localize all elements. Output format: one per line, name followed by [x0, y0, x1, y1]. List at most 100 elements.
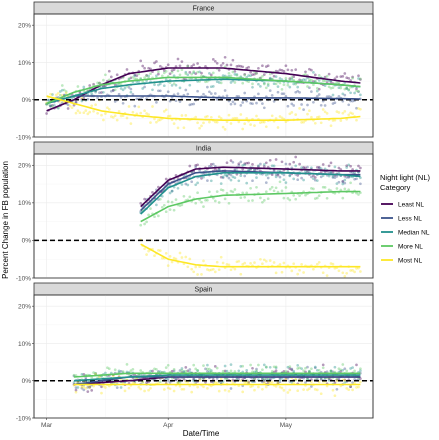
data-point-least-nl — [355, 363, 358, 367]
data-point-least-nl — [251, 366, 254, 370]
data-point-most-nl — [221, 125, 225, 129]
data-point-least-nl — [231, 58, 235, 62]
data-point-most-nl — [202, 259, 205, 263]
data-point-least-nl — [247, 65, 250, 69]
data-point-most-nl — [278, 263, 282, 266]
data-point-most-nl — [312, 267, 315, 271]
data-point-least-nl — [282, 69, 286, 73]
data-point-more-nl — [278, 81, 282, 85]
data-point-median-nl — [223, 364, 227, 368]
data-point-more-nl — [176, 69, 180, 73]
data-point-most-nl — [294, 113, 298, 116]
data-point-most-nl — [274, 271, 278, 275]
data-point-more-nl — [284, 369, 288, 373]
data-point-median-nl — [170, 84, 174, 87]
data-point-less-nl — [229, 102, 233, 106]
data-point-median-nl — [302, 178, 305, 182]
data-point-median-nl — [153, 83, 156, 87]
data-point-more-nl — [353, 369, 356, 373]
data-point-most-nl — [215, 260, 219, 264]
data-point-more-nl — [304, 366, 307, 370]
data-point-most-nl — [249, 261, 252, 265]
data-point-most-nl — [343, 274, 347, 278]
y-tick-label: -10% — [16, 275, 31, 282]
data-point-more-nl — [286, 83, 290, 87]
data-point-most-nl — [74, 390, 78, 394]
data-point-median-nl — [225, 174, 229, 177]
data-point-more-nl — [164, 366, 168, 369]
data-point-more-nl — [180, 369, 184, 372]
data-point-most-nl — [255, 114, 258, 118]
data-point-less-nl — [296, 178, 300, 182]
data-point-most-nl — [188, 257, 192, 261]
data-point-most-nl — [104, 386, 107, 389]
data-point-least-nl — [217, 68, 221, 72]
data-point-more-nl — [268, 187, 272, 191]
data-point-most-nl — [288, 388, 292, 392]
data-point-more-nl — [325, 196, 329, 200]
data-point-least-nl — [229, 63, 233, 67]
data-point-more-nl — [233, 188, 237, 191]
data-point-most-nl — [194, 265, 198, 269]
data-point-most-nl — [143, 247, 146, 251]
data-point-most-nl — [149, 121, 152, 124]
data-point-least-nl — [88, 84, 92, 87]
data-point-least-nl — [294, 68, 298, 71]
data-point-most-nl — [325, 112, 329, 115]
data-point-median-nl — [304, 78, 307, 82]
data-point-more-nl — [315, 87, 319, 90]
data-point-most-nl — [155, 120, 158, 124]
data-point-most-nl — [176, 126, 180, 130]
data-point-most-nl — [178, 384, 182, 388]
data-point-more-nl — [292, 194, 296, 197]
y-tick-label: -10% — [16, 415, 31, 422]
data-point-most-nl — [192, 270, 196, 274]
data-point-most-nl — [139, 387, 143, 391]
data-point-most-nl — [131, 110, 135, 114]
data-point-most-nl — [102, 118, 105, 122]
data-point-more-nl — [145, 74, 148, 78]
data-point-least-nl — [357, 74, 360, 78]
data-point-most-nl — [49, 92, 52, 96]
data-point-less-nl — [233, 102, 237, 106]
data-point-less-nl — [292, 104, 296, 107]
data-point-more-nl — [160, 205, 164, 209]
data-point-less-nl — [231, 160, 235, 164]
data-point-least-nl — [329, 161, 333, 165]
y-tick-label: 10% — [18, 341, 31, 348]
data-point-most-nl — [270, 380, 274, 384]
data-point-most-nl — [129, 122, 133, 125]
data-point-less-nl — [302, 108, 305, 111]
data-point-more-nl — [235, 73, 239, 77]
data-point-median-nl — [351, 366, 354, 369]
data-point-median-nl — [333, 165, 337, 169]
data-point-more-nl — [184, 369, 188, 373]
data-point-less-nl — [306, 103, 309, 107]
data-point-median-nl — [176, 186, 180, 190]
data-point-most-nl — [123, 389, 127, 393]
data-point-most-nl — [306, 112, 309, 116]
data-point-median-nl — [178, 86, 182, 90]
data-point-less-nl — [243, 91, 247, 95]
data-point-median-nl — [245, 368, 249, 372]
data-point-more-nl — [339, 368, 343, 372]
data-point-most-nl — [351, 388, 354, 392]
data-point-most-nl — [139, 111, 143, 115]
data-point-more-nl — [294, 197, 298, 201]
data-point-median-nl — [313, 365, 317, 369]
data-point-more-nl — [274, 186, 278, 190]
data-point-more-nl — [255, 369, 258, 373]
data-point-median-nl — [90, 92, 94, 96]
data-point-median-nl — [341, 92, 345, 96]
data-point-most-nl — [347, 388, 351, 392]
data-point-more-nl — [170, 70, 174, 74]
data-point-most-nl — [337, 269, 341, 273]
data-point-most-nl — [272, 261, 276, 264]
data-point-most-nl — [162, 388, 166, 391]
data-point-less-nl — [186, 92, 190, 96]
y-tick-label: 20% — [18, 303, 31, 310]
data-point-most-nl — [221, 261, 225, 265]
data-point-most-nl — [64, 91, 68, 95]
data-point-more-nl — [113, 368, 117, 372]
data-point-median-nl — [170, 189, 174, 193]
